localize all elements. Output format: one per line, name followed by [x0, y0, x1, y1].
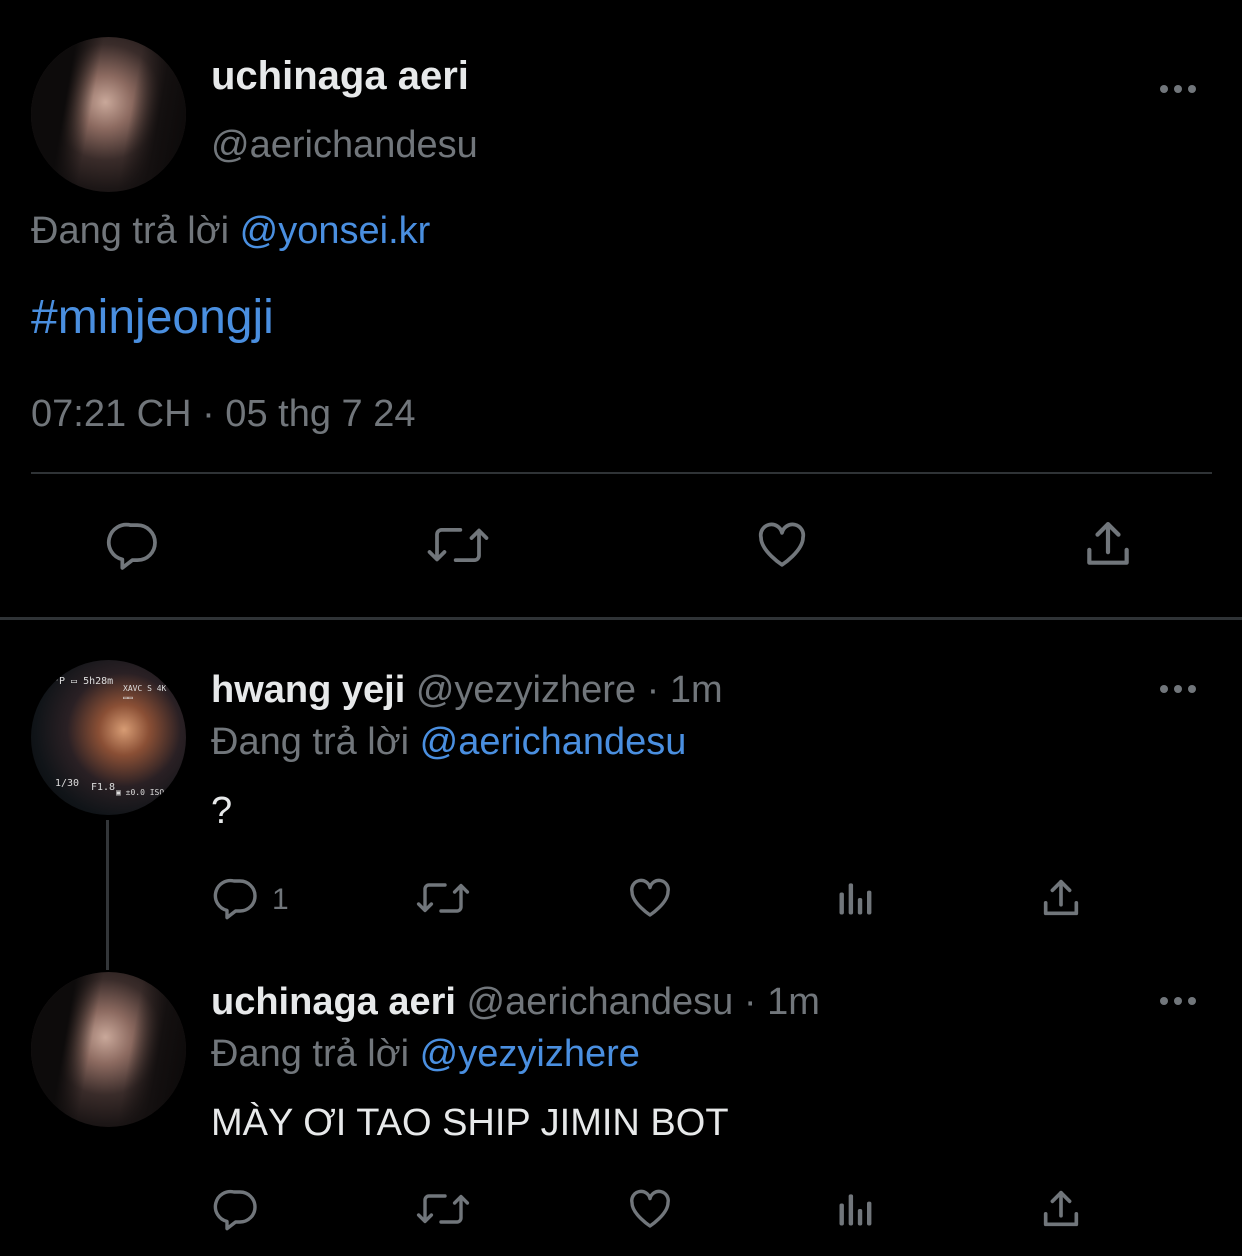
avatar-hud-text: F1.8: [91, 782, 116, 793]
reply-icon[interactable]: [213, 874, 261, 922]
more-options-button[interactable]: [1160, 994, 1200, 1006]
more-dot: [1174, 85, 1182, 93]
avatar-hud-text: ▣ ±0.0 ISO: [116, 788, 165, 797]
replying-to-label: Đang trả lời: [211, 1033, 410, 1075]
reply-text: ?: [211, 790, 233, 832]
share-icon[interactable]: [1038, 1185, 1084, 1233]
author-avatar[interactable]: [31, 37, 186, 192]
avatar-hud-text: ᵃP ▭ 5h28m: [53, 676, 114, 687]
replying-to-handle[interactable]: @yezyizhere: [420, 1033, 640, 1075]
views-icon[interactable]: [834, 1187, 878, 1231]
replying-to: Đang trả lời @aerichandesu: [211, 721, 686, 764]
heart-icon[interactable]: [753, 517, 811, 573]
retweet-icon[interactable]: [414, 874, 472, 922]
separator: ·: [646, 669, 660, 711]
avatar-hud-text: 1/30: [55, 778, 80, 789]
reply-count: 1: [272, 883, 289, 916]
more-dot: [1160, 997, 1168, 1005]
more-dot: [1174, 685, 1182, 693]
author-display-name[interactable]: uchinaga aeri: [211, 54, 469, 99]
reply-time[interactable]: 1m: [767, 981, 820, 1023]
reply-handle[interactable]: @aerichandesu: [467, 981, 734, 1023]
more-dot: [1160, 85, 1168, 93]
replying-to-label: Đang trả lời: [31, 210, 230, 252]
more-options-button[interactable]: [1160, 682, 1200, 694]
reply-header: hwang yeji @yezyizhere · 1m: [211, 669, 723, 712]
more-dot: [1188, 685, 1196, 693]
reply-handle[interactable]: @yezyizhere: [416, 669, 636, 711]
replying-to-handle[interactable]: @aerichandesu: [420, 721, 687, 763]
replying-to: Đang trả lời @yezyizhere: [211, 1033, 640, 1076]
reply-author-avatar[interactable]: [31, 972, 186, 1127]
avatar-hud-text: XAVC S 4K 24p ▭▭: [123, 684, 186, 702]
reply-author-avatar[interactable]: ᵃP ▭ 5h28m XAVC S 4K 24p ▭▭ 1/30 F1.8 ▣ …: [31, 660, 186, 815]
reply-header: uchinaga aeri @aerichandesu · 1m: [211, 981, 820, 1024]
retweet-icon[interactable]: [424, 517, 492, 573]
reply-display-name[interactable]: hwang yeji: [211, 669, 405, 711]
share-icon[interactable]: [1038, 874, 1084, 922]
retweet-icon[interactable]: [414, 1185, 472, 1233]
avatar-image: [31, 972, 186, 1127]
tweet-timestamp[interactable]: 07:21 CH · 05 thg 7 24: [31, 393, 415, 436]
heart-icon[interactable]: [625, 1185, 675, 1233]
reply-icon[interactable]: [213, 1185, 261, 1233]
reply-time[interactable]: 1m: [670, 669, 723, 711]
replying-to-handle[interactable]: @yonsei.kr: [240, 210, 431, 252]
reply-display-name[interactable]: uchinaga aeri: [211, 981, 456, 1023]
heart-icon[interactable]: [625, 874, 675, 922]
divider: [31, 472, 1212, 474]
share-icon[interactable]: [1080, 515, 1136, 573]
separator: ·: [743, 981, 757, 1023]
more-dot: [1188, 85, 1196, 93]
reply-icon[interactable]: [106, 517, 162, 573]
tweet-hashtag[interactable]: #minjeongji: [31, 290, 274, 345]
more-dot: [1188, 997, 1196, 1005]
replying-to: Đang trả lời @yonsei.kr: [31, 210, 430, 253]
more-options-button[interactable]: [1160, 82, 1200, 94]
thread-connector: [106, 820, 109, 970]
replying-to-label: Đang trả lời: [211, 721, 410, 763]
author-handle[interactable]: @aerichandesu: [211, 124, 478, 167]
more-dot: [1160, 685, 1168, 693]
more-dot: [1174, 997, 1182, 1005]
reply-text: MÀY ƠI TAO SHIP JIMIN BOT: [211, 1102, 729, 1144]
avatar-image: [31, 37, 186, 192]
section-divider: [0, 617, 1242, 620]
views-icon[interactable]: [834, 876, 878, 920]
